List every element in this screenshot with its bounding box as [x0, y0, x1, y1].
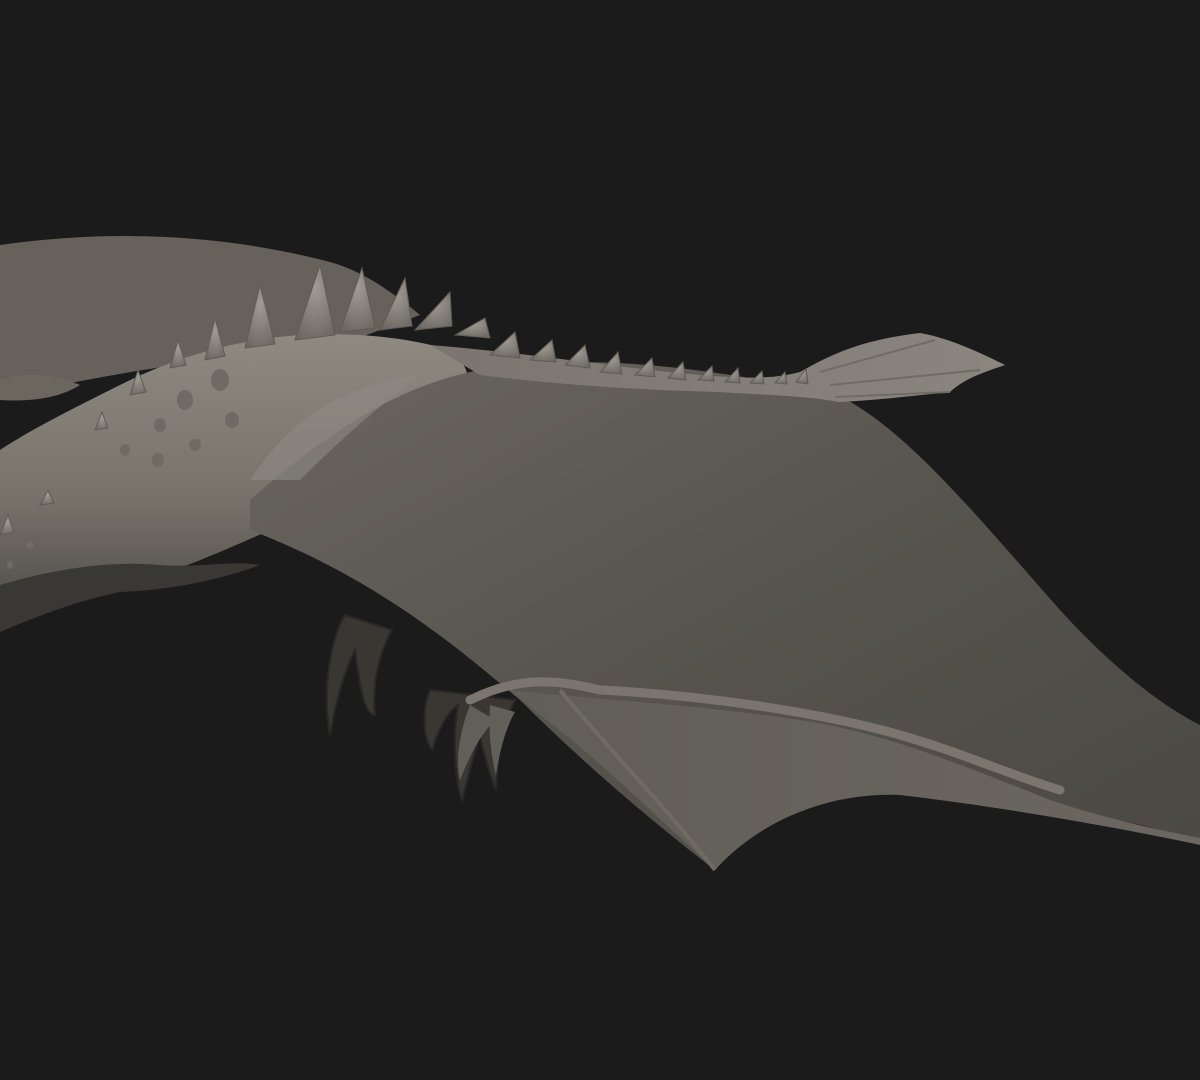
dragon-render — [0, 236, 1200, 872]
3d-viewport[interactable] — [0, 0, 1200, 1080]
